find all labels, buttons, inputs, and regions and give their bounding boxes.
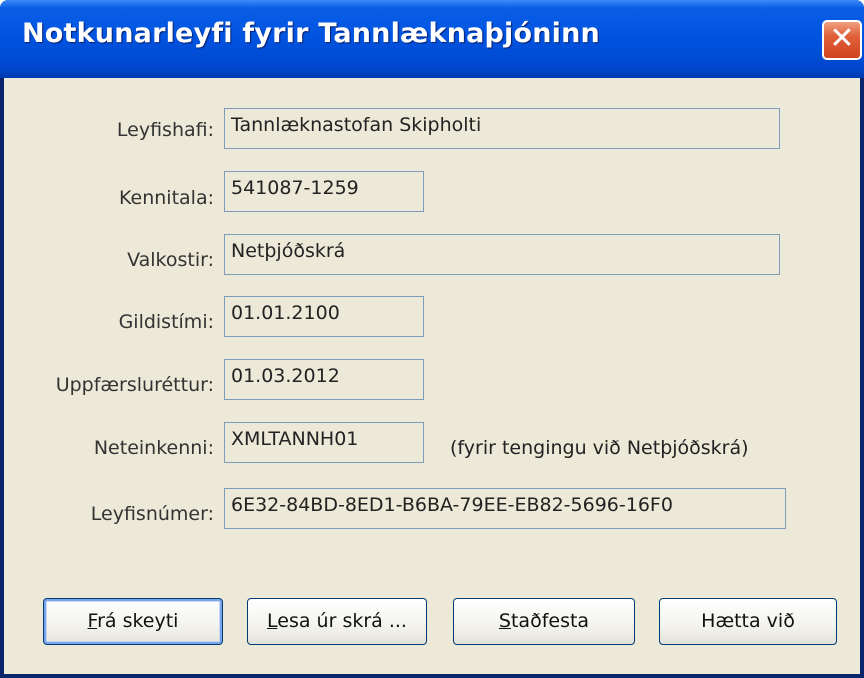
ssn-field[interactable]: 541087-1259 [224, 171, 424, 212]
read-file-button[interactable]: Lesa úr skrá ... [247, 598, 427, 645]
from-email-mnemonic: F [87, 610, 98, 632]
licensee-field[interactable]: Tannlæknastofan Skipholti [224, 108, 780, 149]
net-id-label: Neteinkenni: [93, 437, 214, 459]
dialog-body: Leyfishafi: Tannlæknastofan Skipholti Ke… [4, 78, 860, 674]
cancel-button[interactable]: Hætta við [659, 598, 837, 645]
title-bar[interactable]: Notkunarleyfi fyrir Tannlæknaþjóninn ✕ [0, 0, 864, 78]
confirm-button[interactable]: Staðfesta [453, 598, 635, 645]
read-file-mnemonic: L [267, 610, 278, 632]
net-id-hint: (fyrir tengingu við Netþjóðskrá) [450, 437, 749, 459]
license-dialog: Notkunarleyfi fyrir Tannlæknaþjóninn ✕ L… [0, 0, 864, 678]
options-field[interactable]: Netþjóðskrá [224, 234, 780, 275]
confirm-label: taðfesta [510, 610, 590, 632]
ssn-label: Kennitala: [119, 187, 214, 209]
update-rights-label: Uppfærsluréttur: [55, 374, 214, 396]
options-label: Valkostir: [127, 249, 214, 271]
license-number-field[interactable]: 6E32-84BD-8ED1-B6BA-79EE-EB82-5696-16F0 [224, 488, 786, 529]
net-id-field[interactable]: XMLTANNH01 [224, 422, 424, 463]
close-icon: ✕ [829, 21, 855, 56]
from-email-label: rá skeyti [97, 610, 179, 632]
update-rights-field[interactable]: 01.03.2012 [224, 359, 424, 400]
confirm-mnemonic: S [498, 610, 511, 632]
validity-label: Gildistími: [118, 311, 214, 333]
close-button[interactable]: ✕ [822, 20, 862, 60]
license-number-label: Leyfisnúmer: [90, 503, 214, 525]
read-file-label: esa úr skrá ... [277, 610, 407, 632]
validity-field[interactable]: 01.01.2100 [224, 296, 424, 337]
window-title: Notkunarleyfi fyrir Tannlæknaþjóninn [22, 18, 600, 49]
licensee-label: Leyfishafi: [116, 119, 214, 141]
from-email-button[interactable]: Frá skeyti [43, 598, 223, 645]
